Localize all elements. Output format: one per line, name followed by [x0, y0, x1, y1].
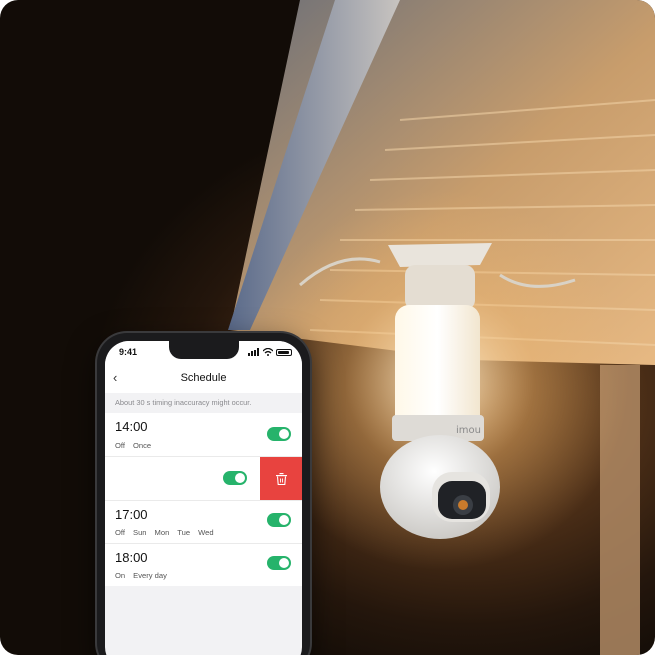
phone-mockup: 9:41 ‹ Schedule About 30 s timing inaccu… — [97, 333, 310, 655]
page-title: Schedule — [180, 372, 227, 384]
schedule-day: Once — [133, 441, 152, 450]
schedule-time: 14:00 — [115, 419, 148, 434]
schedule-row[interactable]: 14:00 Off Once — [105, 413, 302, 456]
schedule-time: 18:00 — [115, 550, 148, 565]
status-icons — [248, 348, 292, 356]
schedule-state: On — [115, 571, 126, 580]
schedule-toggle[interactable] — [267, 556, 291, 570]
schedule-toggle[interactable] — [267, 513, 291, 527]
phone-notch — [169, 341, 239, 359]
signal-icon — [248, 348, 260, 356]
schedule-details: On Every day — [115, 571, 167, 580]
schedule-state: Off — [115, 441, 125, 450]
schedule-day: Tue — [177, 528, 191, 537]
product-photo: imou 9:41 ‹ Schedule About 30 s timing i… — [0, 0, 655, 655]
schedule-row[interactable]: 18:00 On Every day — [105, 544, 302, 586]
status-time: 9:41 — [119, 347, 138, 357]
schedule-day: Every day — [133, 571, 167, 580]
schedule-time: 17:00 — [115, 507, 148, 522]
schedule-row[interactable]: 17:00 Off Sun Mon Tue Wed — [105, 501, 302, 543]
brand-logo: imou — [456, 425, 481, 436]
delete-button[interactable] — [260, 457, 302, 500]
schedule-toggle[interactable] — [223, 471, 247, 485]
phone-screen: 9:41 ‹ Schedule About 30 s timing inaccu… — [105, 341, 302, 655]
trash-icon — [275, 472, 287, 485]
schedule-day: Sun — [133, 528, 147, 537]
battery-icon — [276, 348, 292, 356]
nav-bar: ‹ Schedule — [105, 363, 302, 393]
schedule-details: Off Once — [115, 441, 151, 450]
schedule-toggle[interactable] — [267, 427, 291, 441]
schedule-day: Wed — [198, 528, 214, 537]
schedule-details: Off Sun Mon Tue Wed — [115, 528, 214, 537]
schedule-state: Off — [115, 528, 125, 537]
timing-hint: About 30 s timing inaccuracy might occur… — [115, 398, 252, 407]
schedule-day: Mon — [154, 528, 170, 537]
wifi-icon — [263, 348, 273, 356]
